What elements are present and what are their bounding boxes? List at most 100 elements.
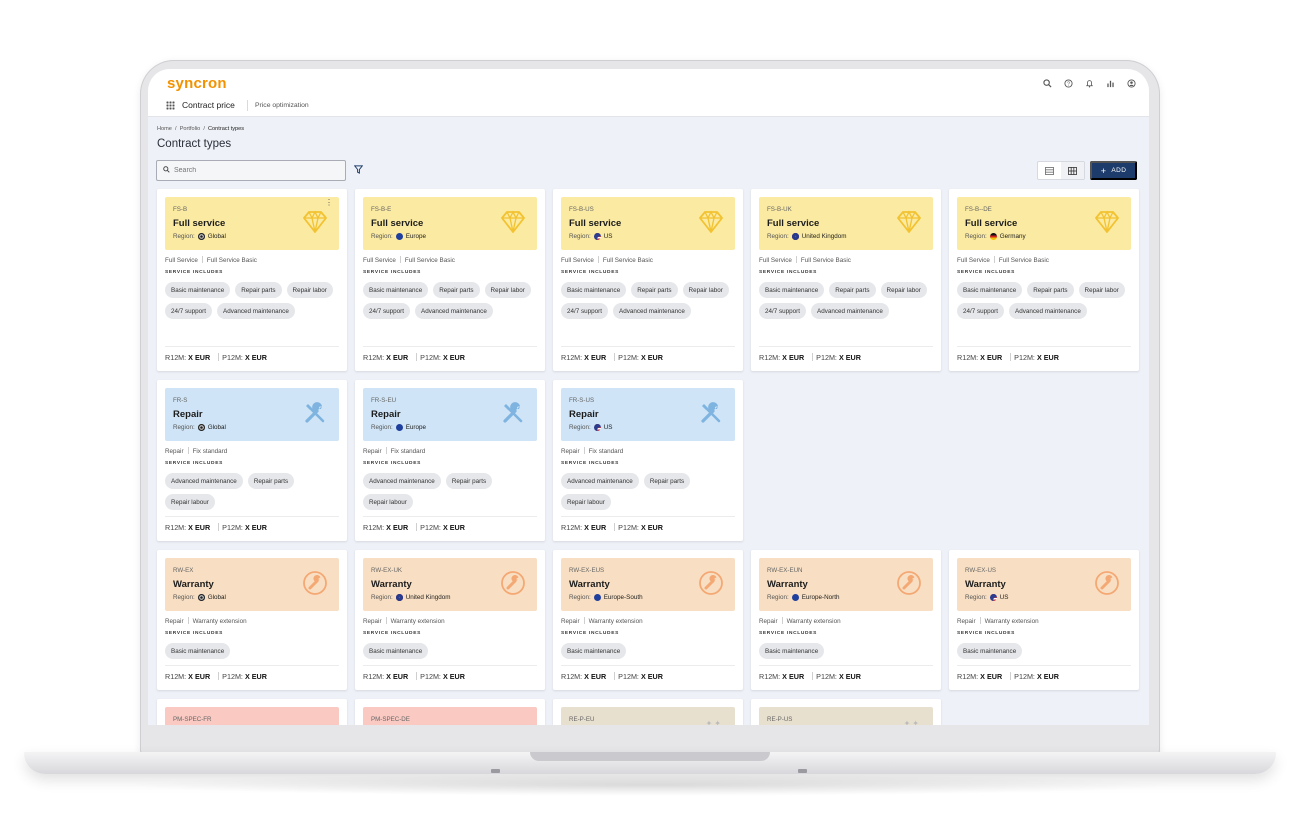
more-options-icon[interactable]: ⋮ — [325, 199, 333, 207]
contract-card[interactable]: RW-EX-UK Warranty Region: United Kingdom Rep… — [355, 550, 545, 690]
p12m-currency: EUR — [647, 353, 663, 362]
card-divider — [363, 346, 537, 347]
region-label: Region: — [569, 424, 591, 431]
r12m-value: X — [584, 672, 589, 681]
contract-card[interactable]: PM-SPEC-DE — [355, 699, 545, 725]
price-divider — [1010, 672, 1012, 680]
card-name: Repair — [569, 409, 599, 420]
search-input[interactable] — [174, 164, 334, 177]
bell-icon[interactable] — [1084, 78, 1095, 89]
card-code: PM-SPEC-FR — [173, 716, 212, 723]
subcategory-label: Full Service Basic — [404, 257, 455, 264]
contract-card[interactable]: RW-EX Warranty Region: Global Repair Warranty… — [157, 550, 347, 690]
chart-icon[interactable] — [1105, 78, 1116, 89]
card-code: FS-B--DE — [965, 206, 992, 213]
contract-card[interactable]: RE-P-EU ✦✦ — [553, 699, 743, 725]
service-chip: Advanced maintenance — [165, 473, 243, 489]
contract-card[interactable]: FS-B-US Full service Region: US Full Service… — [553, 189, 743, 371]
syncron-logo[interactable]: syncron — [167, 75, 227, 92]
user-icon[interactable] — [1126, 78, 1137, 89]
service-chip: Advanced maintenance — [363, 473, 441, 489]
card-header: RW-EX Warranty Region: Global — [165, 558, 339, 611]
contract-card[interactable]: RW-EX-EUS Warranty Region: Europe-South Repa… — [553, 550, 743, 690]
p12m-value: X — [640, 672, 646, 681]
nav-title-contract-price[interactable]: Contract price — [182, 100, 235, 110]
service-chip: Repair parts — [1027, 282, 1074, 298]
card-divider — [165, 516, 339, 517]
card-code: FS-B-UK — [767, 206, 792, 213]
tab-price-optimization[interactable]: Price optimization — [255, 102, 309, 109]
contract-card[interactable]: RW-EX-EUN Warranty Region: Europe-North Repa… — [751, 550, 941, 690]
card-price: R12M: X EUR P12M: X EUR — [165, 523, 267, 532]
category-divider — [583, 447, 585, 454]
card-header: FR-S Repair Region: Global — [165, 388, 339, 441]
region-label: Region: — [371, 233, 393, 240]
service-chip: Repair parts — [445, 473, 493, 489]
contract-card[interactable]: FS-B-E Full service Region: Europe Full Serv… — [355, 189, 545, 371]
contract-card[interactable]: FR-S-US Repair Region: US Repair Fix standard… — [553, 380, 743, 541]
search-icon[interactable] — [1042, 78, 1053, 89]
flag-us-icon — [593, 424, 601, 431]
card-region: Region: Europe-South — [569, 594, 643, 601]
contract-card[interactable]: FS-B--DE Full service Region: Germany Full S… — [949, 189, 1139, 371]
p12m-currency: EUR — [251, 523, 267, 532]
card-region: Region: Europe — [371, 424, 426, 431]
card-name: Warranty — [569, 579, 610, 590]
grid-view-button[interactable] — [1061, 162, 1084, 179]
list-view-button[interactable] — [1038, 162, 1061, 179]
laptop-notch — [530, 752, 770, 761]
service-chips: Basic maintenance Repair parts Repair labo… — [363, 282, 539, 319]
card-price: R12M: X EUR P12M: X EUR — [957, 353, 1059, 362]
service-chip: Basic maintenance — [957, 282, 1023, 298]
p12m-currency: EUR — [1043, 353, 1059, 362]
subcategory-label: Warranty extension — [390, 618, 445, 625]
contract-card[interactable]: PM-SPEC-FR — [157, 699, 347, 725]
breadcrumb-portfolio[interactable]: Portfolio — [180, 126, 201, 132]
flag-eu-icon — [395, 233, 403, 240]
service-chip: Repair parts — [247, 473, 295, 489]
subcategory-label: Warranty extension — [984, 618, 1039, 625]
contract-card[interactable]: FS-B Full service Region: Global ⋮ Full Servi… — [157, 189, 347, 371]
category-label: Repair — [957, 618, 976, 625]
service-chip: Advanced maintenance — [811, 303, 889, 319]
service-chips: Advanced maintenance Repair parts Repair l… — [561, 473, 737, 510]
search-box[interactable] — [156, 160, 346, 181]
service-includes-label: SERVICE INCLUDES — [165, 631, 224, 636]
contract-card[interactable]: FR-S-EU Repair Region: Europe Repair Fix stan… — [355, 380, 545, 541]
add-button[interactable]: + ADD — [1090, 161, 1137, 180]
breadcrumb-home[interactable]: Home — [157, 126, 172, 132]
r12m-label: R12M: — [363, 672, 385, 681]
card-code: FR-S-EU — [371, 397, 397, 404]
category-divider — [979, 617, 981, 624]
card-region: Region: US — [569, 233, 612, 240]
contract-card[interactable]: RE-P-US ✦✦ — [751, 699, 941, 725]
region-label: Region: — [569, 233, 591, 240]
grid-icon — [1068, 166, 1077, 175]
service-chip: Repair parts — [631, 282, 678, 298]
service-chip: Basic maintenance — [957, 643, 1023, 659]
p12m-label: P12M: — [420, 672, 441, 681]
category-divider — [597, 256, 599, 263]
filter-icon[interactable] — [353, 165, 364, 177]
help-icon[interactable]: ? — [1063, 78, 1074, 89]
category-divider — [399, 256, 401, 263]
p12m-currency: EUR — [449, 353, 465, 362]
card-region: Region: United Kingdom — [371, 594, 451, 601]
price-divider — [812, 353, 814, 361]
r12m-value: X — [782, 353, 787, 362]
wrench-icon — [697, 569, 725, 597]
card-category: Repair Fix standard — [561, 447, 623, 455]
service-chip: Basic maintenance — [363, 643, 429, 659]
subcategory-label: Fix standard — [390, 448, 426, 455]
region-value: Europe-South — [603, 594, 643, 601]
contract-card[interactable]: RW-EX-US Warranty Region: US Repair Warranty … — [949, 550, 1139, 690]
region-label: Region: — [173, 594, 195, 601]
contract-card[interactable]: FR-S Repair Region: Global Repair Fix standar… — [157, 380, 347, 541]
contract-card[interactable]: FS-B-UK Full service Region: United Kingdom… — [751, 189, 941, 371]
diamond-icon — [895, 208, 923, 236]
price-divider — [614, 523, 616, 531]
apps-grid-icon[interactable] — [166, 101, 175, 110]
r12m-currency: EUR — [590, 353, 607, 362]
r12m-label: R12M: — [561, 353, 583, 362]
p12m-value: X — [838, 672, 844, 681]
